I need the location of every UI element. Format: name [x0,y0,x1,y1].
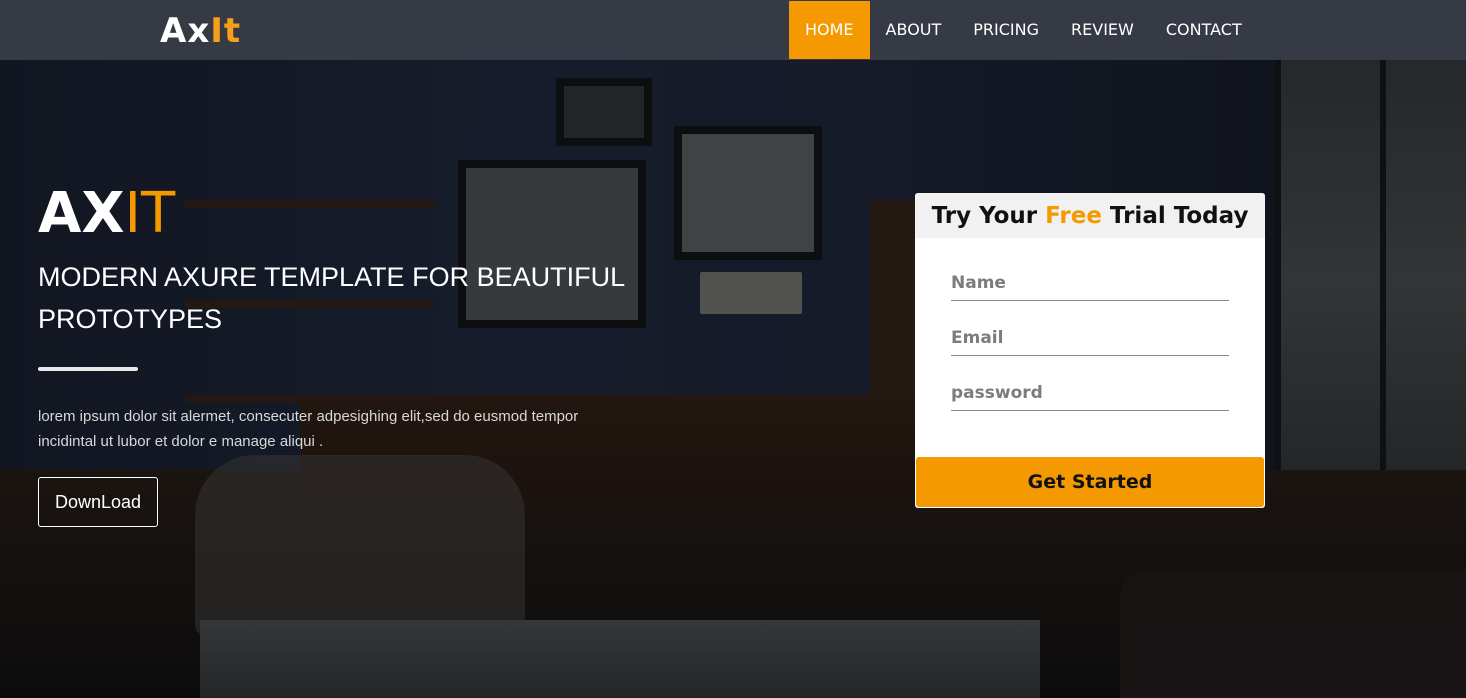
hero-subtitle: MODERN AXURE TEMPLATE FOR BEAUTIFUL PROT… [38,262,625,334]
signup-heading: Try Your Free Trial Today [915,193,1265,238]
nav-item-about[interactable]: ABOUT [870,1,958,59]
logo-text-orange: It [210,11,242,51]
hero-description: lorem ipsum dolor sit alermet, consecute… [38,408,579,450]
signup-heading-pre: Try Your [931,203,1046,229]
hero-title-white: AX [38,181,125,246]
get-started-button[interactable]: Get Started [916,457,1264,507]
signup-heading-post: Trial Today [1101,203,1249,229]
navbar: AxIt HOME ABOUT PRICING REVIEW CONTACT [0,0,1466,60]
logo-text-white: Ax [160,11,211,51]
nav-item-home[interactable]: HOME [789,1,870,59]
hero-divider [38,367,138,371]
signup-card: Try Your Free Trial Today Get Started [915,193,1265,508]
hero-title: AXIT [38,182,175,246]
signup-heading-highlight: Free [1045,203,1102,229]
name-input[interactable] [951,266,1229,301]
nav-item-pricing[interactable]: PRICING [957,1,1055,59]
download-button[interactable]: DownLoad [38,477,158,527]
hero-title-orange: IT [124,181,176,246]
main-nav: HOME ABOUT PRICING REVIEW CONTACT [789,1,1258,59]
nav-item-review[interactable]: REVIEW [1055,1,1150,59]
email-input[interactable] [951,321,1229,356]
logo[interactable]: AxIt [160,9,241,53]
nav-item-contact[interactable]: CONTACT [1150,1,1258,59]
password-input[interactable] [951,376,1229,411]
